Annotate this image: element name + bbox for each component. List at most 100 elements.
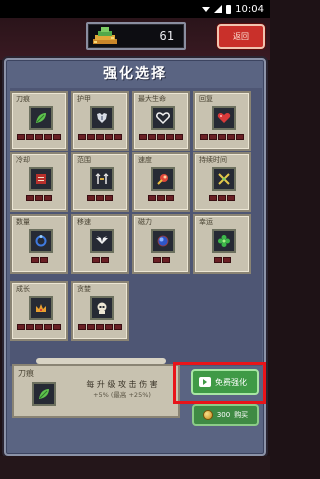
- upgrade-card[interactable]: 移速: [71, 214, 129, 274]
- level-pip: [175, 134, 183, 140]
- level-pip: [114, 134, 122, 140]
- green-leaf-icon: [32, 382, 56, 406]
- level-indicator: [73, 257, 127, 263]
- crown-icon: [29, 296, 53, 320]
- fire-orb-icon: [151, 167, 175, 191]
- level-pip: [26, 324, 34, 330]
- upgrade-card[interactable]: 贪婪: [71, 281, 129, 341]
- upgrade-card[interactable]: 护甲: [71, 91, 129, 151]
- level-indicator: [12, 257, 66, 263]
- bottom-bar: [0, 456, 270, 479]
- upgrade-detail: 刀痕 每 升 级 攻 击 伤 害 +5% (最高 +25%): [12, 364, 180, 418]
- upgrade-card[interactable]: 磁力: [132, 214, 190, 274]
- level-pip: [236, 134, 244, 140]
- upgrade-card[interactable]: 成长: [10, 281, 68, 341]
- status-bar: 10:04: [0, 0, 270, 18]
- level-pip: [96, 134, 104, 140]
- level-pip: [87, 195, 95, 201]
- return-button[interactable]: 返回: [217, 24, 265, 49]
- level-pip: [44, 324, 52, 330]
- upgrade-card[interactable]: 冷却: [10, 152, 68, 212]
- buy-label: 购买: [234, 411, 249, 419]
- upgrade-card[interactable]: 数量: [10, 214, 68, 274]
- level-pip: [209, 134, 217, 140]
- currency-value: 61: [159, 29, 174, 43]
- level-pip: [209, 195, 217, 201]
- heart-icon: [212, 106, 236, 130]
- panel-title: 强化选择: [103, 66, 167, 82]
- level-pip: [39, 257, 48, 263]
- upgrade-name: 刀痕: [16, 95, 30, 103]
- upgrade-card[interactable]: 最大生命: [132, 91, 190, 151]
- level-pip: [17, 134, 25, 140]
- upgrade-name: 护甲: [77, 95, 91, 103]
- level-pip: [35, 195, 43, 201]
- level-indicator: [73, 324, 127, 330]
- level-pip: [148, 134, 156, 140]
- upgrade-card[interactable]: 幸运: [193, 214, 251, 274]
- upgrade-name: 速度: [138, 156, 152, 164]
- blue-orb-icon: [151, 229, 175, 253]
- level-pip: [26, 195, 34, 201]
- level-pip: [53, 134, 61, 140]
- currency-display: 61: [86, 22, 186, 50]
- level-pip: [166, 134, 174, 140]
- level-pip: [26, 134, 34, 140]
- level-pip: [105, 324, 113, 330]
- level-indicator: [12, 195, 66, 201]
- detail-description-main: 每 升 级 攻 击 伤 害: [86, 380, 158, 389]
- upgrade-name: 数量: [16, 218, 30, 226]
- level-pip: [222, 257, 231, 263]
- status-time: 10:04: [235, 3, 264, 15]
- free-upgrade-button[interactable]: 免费强化: [191, 369, 259, 395]
- level-pip: [227, 134, 235, 140]
- buy-button[interactable]: 300 购买: [192, 404, 259, 426]
- green-leaf-icon: [29, 106, 53, 130]
- buy-price: 300: [216, 411, 231, 419]
- level-pip: [96, 324, 104, 330]
- skull-icon: [90, 296, 114, 320]
- level-pip: [35, 134, 43, 140]
- level-pip: [91, 257, 100, 263]
- level-pip: [105, 195, 113, 201]
- level-pip: [213, 257, 222, 263]
- signal-icon: [214, 5, 223, 13]
- level-indicator: [12, 134, 66, 140]
- level-indicator: [195, 195, 249, 201]
- level-indicator: [12, 324, 66, 330]
- armor-icon: [90, 106, 114, 130]
- upgrade-card[interactable]: 刀痕: [10, 91, 68, 151]
- upgrade-card[interactable]: 持续时间: [193, 152, 251, 212]
- blue-ring-icon: [29, 229, 53, 253]
- upgrade-card[interactable]: 范围: [71, 152, 129, 212]
- upgrade-card[interactable]: 速度: [132, 152, 190, 212]
- detail-description-sub: +5% (最高 +25%): [93, 391, 151, 399]
- level-indicator: [195, 257, 249, 263]
- range-arrows-icon: [90, 167, 114, 191]
- level-pip: [53, 324, 61, 330]
- level-pip: [100, 257, 109, 263]
- wings-icon: [90, 229, 114, 253]
- level-pip: [114, 324, 122, 330]
- level-pip: [218, 134, 226, 140]
- level-pip: [44, 134, 52, 140]
- level-indicator: [195, 134, 249, 140]
- upgrade-name: 持续时间: [199, 156, 227, 164]
- level-pip: [78, 324, 86, 330]
- level-pip: [148, 195, 156, 201]
- level-pip: [96, 195, 104, 201]
- upgrade-name: 冷却: [16, 156, 30, 164]
- detail-description: 每 升 级 攻 击 伤 害 +5% (最高 +25%): [66, 380, 178, 400]
- level-pip: [139, 134, 147, 140]
- level-indicator: [73, 134, 127, 140]
- level-pip: [227, 195, 235, 201]
- level-pip: [157, 195, 165, 201]
- battery-icon: [226, 4, 232, 14]
- upgrade-card[interactable]: 回复: [193, 91, 251, 151]
- free-upgrade-label: 免费强化: [215, 377, 247, 387]
- upgrade-name: 回复: [199, 95, 213, 103]
- level-pip: [17, 324, 25, 330]
- level-pip: [200, 134, 208, 140]
- level-indicator: [134, 134, 188, 140]
- level-indicator: [73, 195, 127, 201]
